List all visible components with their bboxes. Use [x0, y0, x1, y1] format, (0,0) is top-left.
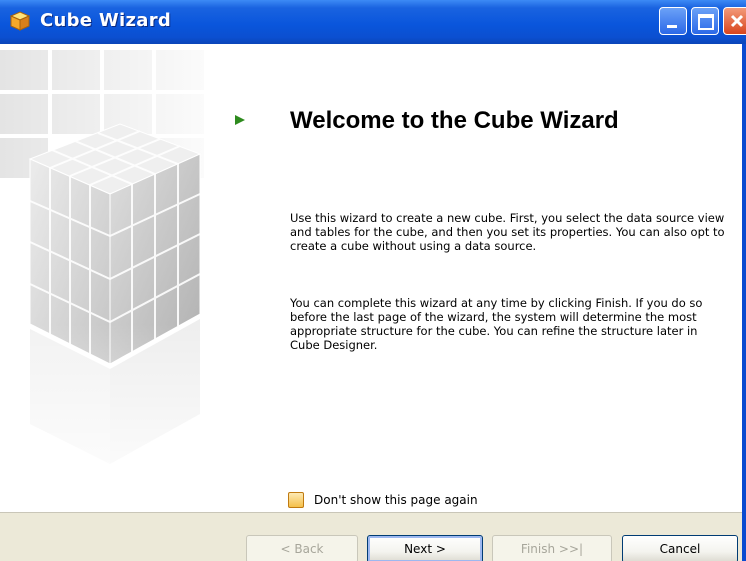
intro-paragraph: Use this wizard to create a new cube. Fi… — [290, 211, 725, 253]
page-title: Welcome to the Cube Wizard — [290, 107, 619, 134]
maximize-icon — [698, 14, 714, 30]
button-bar: < Back Next > Finish >>| Cancel — [0, 512, 742, 561]
minimize-button[interactable] — [659, 7, 687, 35]
next-button[interactable]: Next > — [367, 535, 483, 561]
window-title: Cube Wizard — [40, 10, 172, 31]
wizard-content: Welcome to the Cube Wizard Use this wiza… — [0, 44, 742, 512]
cube-wizard-window: Cube Wizard Welcome to the Cube Wizard U… — [0, 0, 746, 561]
finish-button[interactable]: Finish >>| — [492, 535, 612, 561]
cancel-button[interactable]: Cancel — [622, 535, 738, 561]
cube-icon — [9, 11, 31, 31]
minimize-icon — [667, 25, 677, 28]
finish-info-paragraph: You can complete this wizard at any time… — [290, 296, 703, 352]
title-bar[interactable]: Cube Wizard — [0, 0, 746, 44]
close-button[interactable] — [723, 7, 746, 35]
close-icon — [730, 14, 744, 28]
dont-show-again-checkbox[interactable] — [288, 492, 304, 508]
maximize-button[interactable] — [691, 7, 719, 35]
cube-illustration — [0, 44, 240, 512]
window-frame — [742, 44, 746, 561]
dont-show-again-label[interactable]: Don't show this page again — [314, 493, 478, 507]
green-arrow-icon — [235, 115, 245, 125]
back-button[interactable]: < Back — [246, 535, 358, 561]
